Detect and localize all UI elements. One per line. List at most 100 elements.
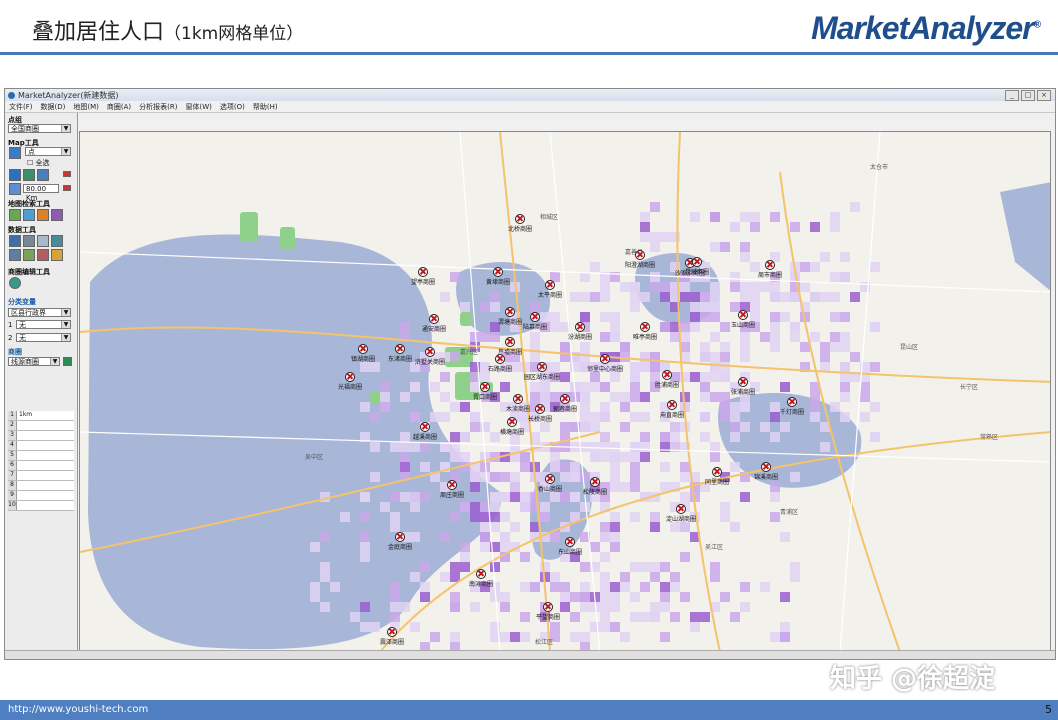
poi-marker[interactable]: 甪直商圈 — [642, 400, 702, 419]
poi-marker[interactable]: 平望商圈 — [518, 602, 578, 621]
poi-marker[interactable]: 唯亭商圈 — [615, 322, 675, 341]
var2-select[interactable]: 无 ▼ — [16, 333, 71, 342]
map-search-icon-4[interactable] — [51, 209, 63, 221]
store-marker-icon — [480, 382, 490, 392]
minimize-button[interactable]: _ — [1005, 90, 1019, 101]
map-search-icon-1[interactable] — [9, 209, 21, 221]
map-view[interactable]: 太仓市 昆山区 吴中区 青浦区 嘉兴区 松江区 长宁区 嘉善县 吴江区 相城区 常熟区 北桥商圈 黄埭商… — [79, 131, 1051, 651]
map-search-icon-2[interactable] — [23, 209, 35, 221]
poi-marker[interactable]: 东山商圈 — [540, 537, 600, 556]
poi-label: 北桥商圈 — [507, 226, 532, 233]
trade-area-edit-icon[interactable] — [9, 277, 21, 289]
poi-marker[interactable]: 芦墟商圈 — [480, 337, 540, 356]
store-marker-icon — [530, 312, 540, 322]
list-item[interactable]: 7 — [8, 471, 74, 481]
data-tool-icon-7[interactable] — [37, 249, 49, 261]
poi-marker[interactable]: 黄埭商圈 — [468, 267, 528, 286]
population-grid-cell — [410, 412, 420, 422]
poi-marker[interactable]: 松陵商圈 — [565, 477, 625, 496]
poi-marker[interactable]: 张浦商圈 — [713, 377, 773, 396]
menu-map[interactable]: 地图(M) — [73, 102, 99, 112]
poi-marker[interactable]: 浒墅关商圈 — [400, 347, 460, 366]
data-tool-icon-4[interactable] — [51, 235, 63, 247]
population-grid-cell — [690, 302, 700, 312]
data-tool-icon-3[interactable] — [37, 235, 49, 247]
poi-marker[interactable]: 千灯商圈 — [762, 397, 822, 416]
poi-marker[interactable]: 震泽商圈 — [362, 627, 422, 646]
population-grid-cell — [680, 332, 690, 342]
pan-hand-icon[interactable] — [9, 169, 21, 181]
maximize-button[interactable]: □ — [1021, 90, 1035, 101]
poi-marker[interactable]: 邻里中心商圈 — [575, 354, 635, 373]
population-grid-cell — [690, 312, 700, 322]
poi-marker[interactable]: 周市商圈 — [740, 260, 800, 279]
poi-marker[interactable]: 昆城商圈 — [667, 257, 727, 276]
map-tool-mode-select[interactable]: 点 ▼ — [25, 147, 71, 156]
list-item[interactable]: 6 — [8, 461, 74, 471]
data-tool-icon-2[interactable] — [23, 235, 35, 247]
poi-marker[interactable]: 胜浦商圈 — [637, 370, 697, 389]
poi-marker[interactable]: 郭巷商圈 — [535, 394, 595, 413]
classification-select[interactable]: 区县行政界 ▼ — [8, 308, 71, 317]
list-item[interactable]: 3 — [8, 431, 74, 441]
poi-label: 园区湖东商圈 — [523, 374, 560, 381]
population-grid-cell — [710, 282, 720, 292]
list-item-index: 5 — [8, 451, 17, 460]
list-item[interactable]: 5 — [8, 451, 74, 461]
data-tool-icon-1[interactable] — [9, 235, 21, 247]
menu-report[interactable]: 分析报表(R) — [139, 102, 177, 112]
poi-marker[interactable]: 越溪商圈 — [395, 422, 455, 441]
map-edit-icon[interactable] — [23, 169, 35, 181]
map-search-icon-3[interactable] — [37, 209, 49, 221]
population-grid-cell — [450, 592, 460, 602]
poi-marker[interactable]: 光福商圈 — [320, 372, 380, 391]
list-item[interactable]: 8 — [8, 481, 74, 491]
list-item[interactable]: 9 — [8, 491, 74, 501]
var1-select[interactable]: 无 ▼ — [16, 320, 71, 329]
poi-marker[interactable]: 北桥商圈 — [490, 214, 550, 233]
data-tool-icon-6[interactable] — [23, 249, 35, 261]
pointer-icon[interactable] — [9, 183, 21, 195]
population-grid-cell — [600, 592, 610, 602]
list-item[interactable]: 2 — [8, 421, 74, 431]
scale-input[interactable]: 80.00 Km — [23, 184, 59, 202]
poi-marker[interactable]: 锦溪商圈 — [736, 462, 796, 481]
point-group-select[interactable]: 全国商圈 ▼ — [8, 124, 71, 133]
data-tool-icon-5[interactable] — [9, 249, 21, 261]
trade-area-select[interactable]: 线源商圈 ▼ — [8, 357, 60, 366]
list-item[interactable]: 10 — [8, 501, 74, 511]
help-icon[interactable] — [63, 357, 72, 366]
menu-trade-area[interactable]: 商圈(A) — [107, 102, 131, 112]
poi-marker[interactable]: 通安商圈 — [404, 314, 464, 333]
menu-window[interactable]: 窗体(W) — [185, 102, 211, 112]
park — [240, 212, 258, 242]
data-tool-icon-8[interactable] — [51, 249, 63, 261]
measure-icon[interactable] — [37, 169, 49, 181]
list-item[interactable]: 4 — [8, 441, 74, 451]
poi-marker[interactable]: 汾湖商圈 — [550, 322, 610, 341]
list-item[interactable]: 1 1km — [8, 411, 74, 421]
poi-marker[interactable]: 园区湖东商圈 — [512, 362, 572, 381]
population-grid-cell — [520, 632, 530, 642]
menu-file[interactable]: 文件(F) — [9, 102, 33, 112]
menu-data[interactable]: 数据(D) — [41, 102, 66, 112]
poi-marker[interactable]: 太平商圈 — [520, 280, 580, 299]
poi-label: 浒墅关商圈 — [414, 359, 445, 366]
poi-marker[interactable]: 南浔商圈 — [451, 569, 511, 588]
poi-marker[interactable]: 望亭商圈 — [393, 267, 453, 286]
poi-marker[interactable]: 周庄商圈 — [422, 480, 482, 499]
scale-up-icon[interactable] — [63, 171, 71, 177]
scale-down-icon[interactable] — [63, 185, 71, 191]
poi-marker[interactable]: 淀山湖商圈 — [651, 504, 711, 523]
population-grid-cell — [320, 562, 330, 572]
zoom-icon[interactable] — [9, 147, 21, 159]
select-all-checkbox[interactable]: ☐ 全选 — [27, 158, 50, 168]
close-button[interactable]: × — [1037, 90, 1051, 101]
population-grid-cell — [700, 432, 710, 442]
poi-marker[interactable]: 玉山商圈 — [713, 310, 773, 329]
list-item-index: 3 — [8, 431, 17, 440]
poi-marker[interactable]: 金庭商圈 — [370, 532, 430, 551]
menu-options[interactable]: 选项(O) — [220, 102, 245, 112]
footer-url[interactable]: http://www.youshi-tech.com — [8, 704, 148, 715]
menu-help[interactable]: 帮助(H) — [253, 102, 278, 112]
